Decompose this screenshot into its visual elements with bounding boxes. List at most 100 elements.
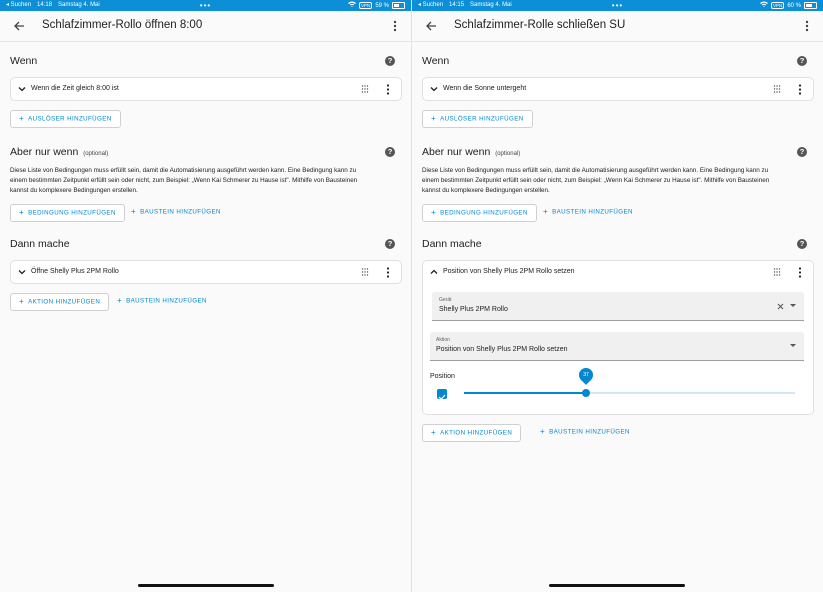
status-time: 14:18 (37, 2, 53, 8)
section-heading-actions: Dann mache (422, 238, 482, 250)
dropdown-arrow-icon[interactable] (790, 304, 796, 308)
add-building-block-button[interactable]: + Baustein hinzufügen (117, 293, 207, 309)
add-building-block-button[interactable]: + Baustein hinzufügen (543, 204, 633, 220)
left-screen: ◂ Suchen 14:18 Samstag 4. Mai ••• VPN 59 % … (0, 0, 411, 592)
plus-icon: + (131, 207, 137, 216)
drag-handle-icon[interactable] (773, 85, 781, 93)
add-building-block-button[interactable]: + Baustein hinzufügen (540, 424, 630, 440)
add-building-block-label: Baustein hinzufügen (549, 428, 630, 436)
card-menu-icon[interactable] (797, 84, 803, 95)
add-building-block-label: Baustein hinzufügen (126, 297, 207, 305)
wifi-icon (348, 1, 357, 9)
plus-icon: + (19, 208, 25, 217)
conditions-description: Diese Liste von Bedingungen muss erfüllt… (422, 166, 814, 195)
status-date: Samstag 4. Mai (470, 2, 512, 8)
action-select[interactable]: Aktion Position von Shelly Plus 2PM Roll… (430, 332, 804, 361)
device-field-value: Shelly Plus 2PM Rollo (439, 306, 508, 313)
clear-icon[interactable] (777, 303, 784, 310)
back-arrow-icon[interactable] (424, 19, 438, 33)
plus-icon: + (117, 296, 123, 305)
add-condition-label: Bedingung hinzufügen (28, 209, 116, 217)
description-line: einem bestimmten Zeitpunkt erfüllt sein … (10, 176, 358, 184)
add-trigger-label: Auslöser hinzufügen (28, 115, 112, 123)
card-menu-icon[interactable] (385, 84, 391, 95)
conditions-title: Aber nur wenn (422, 146, 491, 158)
drag-handle-icon[interactable] (361, 268, 369, 276)
status-bar: ◂ Suchen 14:18 Samstag 4. Mai ••• VPN 59 % (0, 0, 411, 11)
status-time: 14:15 (449, 2, 465, 8)
plus-icon: + (431, 208, 437, 217)
add-building-block-label: Baustein hinzufügen (140, 208, 221, 216)
description-line: kannst du komplexere Bedingungen erstell… (422, 186, 550, 194)
position-slider[interactable]: 37 (464, 365, 795, 397)
trigger-card[interactable]: Wenn die Sonne untergeht (422, 77, 814, 101)
position-label: Position (430, 373, 455, 380)
card-menu-icon[interactable] (797, 267, 803, 278)
status-bar: ◂ Suchen 14:15 Samstag 4. Mai ••• VPN 60 % (412, 0, 823, 11)
battery-icon (804, 1, 817, 9)
section-heading-conditions: Aber nur wenn (optional) (422, 146, 520, 158)
help-icon[interactable]: ? (385, 239, 395, 249)
dropdown-arrow-icon[interactable] (790, 344, 796, 348)
trigger-card[interactable]: Wenn die Zeit gleich 8:00 ist (10, 77, 402, 101)
section-heading-when: Wenn (10, 55, 38, 67)
drag-handle-icon[interactable] (361, 85, 369, 93)
home-indicator[interactable] (138, 584, 274, 587)
battery-percent: 59 % (375, 3, 389, 9)
action-label: Position von Shelly Plus 2PM Rollo setze… (443, 268, 575, 275)
help-icon[interactable]: ? (797, 147, 807, 157)
trigger-label: Wenn die Sonne untergeht (443, 85, 527, 92)
checkmark-icon (438, 394, 446, 401)
conditions-description: Diese Liste von Bedingungen muss erfüllt… (10, 166, 402, 195)
plus-icon: + (543, 207, 549, 216)
add-condition-button[interactable]: + Bedingung hinzufügen (10, 204, 125, 222)
action-label: Öffne Shelly Plus 2PM Rollo (31, 268, 119, 275)
add-condition-label: Bedingung hinzufügen (440, 209, 528, 217)
chevron-down-icon[interactable] (430, 85, 438, 93)
add-trigger-button[interactable]: + Auslöser hinzufügen (10, 110, 121, 128)
battery-percent: 60 % (787, 3, 801, 9)
multitasking-dots[interactable]: ••• (200, 0, 211, 11)
trigger-label: Wenn die Zeit gleich 8:00 ist (31, 85, 119, 92)
help-icon[interactable]: ? (385, 147, 395, 157)
device-select[interactable]: Gerät Shelly Plus 2PM Rollo (432, 292, 804, 321)
add-condition-button[interactable]: + Bedingung hinzufügen (422, 204, 537, 222)
position-enabled-checkbox[interactable] (437, 389, 447, 401)
drag-handle-icon[interactable] (773, 268, 781, 276)
action-card[interactable]: Öffne Shelly Plus 2PM Rollo (10, 260, 402, 284)
add-trigger-label: Auslöser hinzufügen (440, 115, 524, 123)
chevron-up-icon[interactable] (430, 268, 438, 276)
device-field-label: Gerät (439, 297, 452, 303)
section-heading-conditions: Aber nur wenn (optional) (10, 146, 108, 158)
card-menu-icon[interactable] (385, 267, 391, 278)
add-action-label: Aktion hinzufügen (440, 429, 513, 437)
chevron-down-icon[interactable] (18, 85, 26, 93)
back-to-search-link[interactable]: ◂ Suchen (6, 2, 31, 8)
overflow-menu-icon[interactable] (389, 19, 401, 33)
add-trigger-button[interactable]: + Auslöser hinzufügen (422, 110, 533, 128)
back-arrow-icon[interactable] (12, 19, 26, 33)
description-line: kannst du komplexere Bedingungen erstell… (10, 186, 138, 194)
right-screen: ◂ Suchen 14:15 Samstag 4. Mai ••• VPN 60 % … (412, 0, 823, 592)
section-heading-actions: Dann mache (10, 238, 70, 250)
action-field-value: Position von Shelly Plus 2PM Rollo setze… (436, 346, 568, 353)
add-action-button[interactable]: + Aktion hinzufügen (10, 293, 110, 311)
chevron-down-icon[interactable] (18, 268, 26, 276)
add-action-button[interactable]: + Aktion hinzufügen (422, 424, 522, 442)
multitasking-dots[interactable]: ••• (612, 0, 623, 11)
home-indicator[interactable] (549, 584, 685, 587)
help-icon[interactable]: ? (385, 56, 395, 66)
plus-icon: + (431, 114, 437, 123)
description-line: einem bestimmten Zeitpunkt erfüllt sein … (422, 176, 770, 184)
plus-icon: + (540, 427, 546, 436)
description-line: Diese Liste von Bedingungen muss erfüllt… (10, 167, 357, 174)
add-building-block-button[interactable]: + Baustein hinzufügen (131, 204, 221, 220)
action-field-label: Aktion (436, 337, 450, 343)
help-icon[interactable]: ? (797, 56, 807, 66)
overflow-menu-icon[interactable] (801, 19, 813, 33)
add-action-label: Aktion hinzufügen (28, 298, 101, 306)
status-date: Samstag 4. Mai (58, 2, 100, 8)
help-icon[interactable]: ? (797, 239, 807, 249)
back-to-search-link[interactable]: ◂ Suchen (418, 2, 443, 8)
optional-label: (optional) (495, 151, 521, 157)
